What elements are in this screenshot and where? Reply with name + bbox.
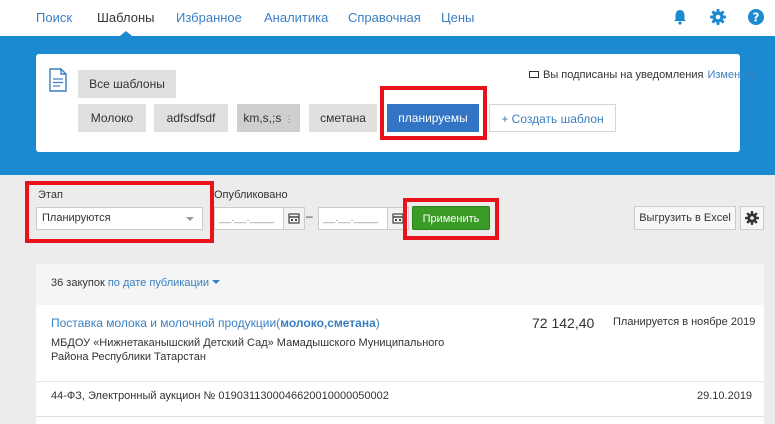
purchase-title-text: Поставка молока и молочной продукции( — [51, 316, 281, 330]
nav-favorites[interactable]: Избранное — [176, 10, 242, 25]
results-count-text: 36 закупок — [51, 277, 105, 289]
gear-icon — [745, 211, 759, 225]
all-templates-button[interactable]: Все шаблоны — [78, 70, 176, 98]
purchase-title-link[interactable]: Поставка молока и молочной продукции(мол… — [51, 316, 380, 330]
sort-dropdown[interactable]: по дате публикации — [108, 277, 209, 289]
nav-templates[interactable]: Шаблоны — [97, 10, 155, 25]
purchase-law-info: 44-ФЗ, Электронный аукцион № 01903113000… — [51, 390, 389, 402]
create-template-button[interactable]: + Создать шаблон — [489, 104, 616, 132]
bell-icon[interactable] — [671, 8, 689, 26]
gear-icon[interactable] — [709, 8, 727, 26]
highlight-planned-chip — [380, 86, 487, 140]
template-chip-kms-label: km,s,;s — [243, 111, 282, 125]
settings-button[interactable] — [740, 206, 764, 230]
date-from-calendar-button[interactable] — [283, 207, 305, 230]
results-count: 36 закупок по дате публикации — [51, 277, 221, 289]
template-chip-milk[interactable]: Молоко — [78, 104, 146, 132]
chevron-down-icon[interactable] — [212, 280, 221, 284]
template-chip-sour-cream[interactable]: сметана — [309, 104, 377, 132]
export-excel-button[interactable]: Выгрузить в Excel — [634, 206, 736, 230]
nav-analytics[interactable]: Аналитика — [264, 10, 328, 25]
nav-reference[interactable]: Справочная — [348, 10, 421, 25]
drag-handle-icon[interactable]: ⋮ — [285, 114, 294, 124]
mail-icon — [529, 71, 539, 78]
date-from-input[interactable]: __.__.____ — [214, 207, 284, 230]
date-to-input[interactable]: __.__.____ — [318, 207, 388, 230]
purchase-title-keywords: молоко,сметана — [280, 316, 376, 330]
svg-text:?: ? — [753, 11, 760, 25]
nav-search[interactable]: Поиск — [36, 10, 72, 25]
change-subscription-link[interactable]: Изменить — [707, 69, 757, 81]
help-icon[interactable]: ? — [747, 8, 765, 26]
template-chip-kms[interactable]: km,s,;s ⋮ — [237, 104, 300, 132]
template-chip-adfsdfsdf[interactable]: adfsdfsdf — [154, 104, 228, 132]
calendar-icon — [288, 213, 300, 224]
highlight-stage-filter — [25, 181, 214, 243]
highlight-apply-button — [403, 198, 499, 240]
purchase-customer: МБДОУ «Нижнетаканышский Детский Сад» Мам… — [51, 337, 445, 363]
date-range-separator: – — [306, 209, 313, 223]
subscription-text: Вы подписаны на уведомления — [543, 69, 704, 81]
document-icon — [49, 68, 67, 92]
subscription-notice: Вы подписаны на уведомления Изменить — [529, 69, 757, 81]
purchase-publish-date: 29.10.2019 — [697, 390, 753, 402]
card-divider — [36, 381, 764, 382]
purchase-plan-date: Планируется в ноябре 2019 — [613, 316, 756, 328]
published-label: Опубликовано — [214, 189, 288, 201]
purchase-card-next — [36, 416, 764, 424]
purchase-title-suffix: ) — [375, 316, 380, 330]
nav-prices[interactable]: Цены — [441, 10, 474, 25]
top-nav: Поиск Шаблоны Избранное Аналитика Справо… — [0, 0, 775, 36]
purchase-price: 72 142,40 — [532, 315, 595, 331]
